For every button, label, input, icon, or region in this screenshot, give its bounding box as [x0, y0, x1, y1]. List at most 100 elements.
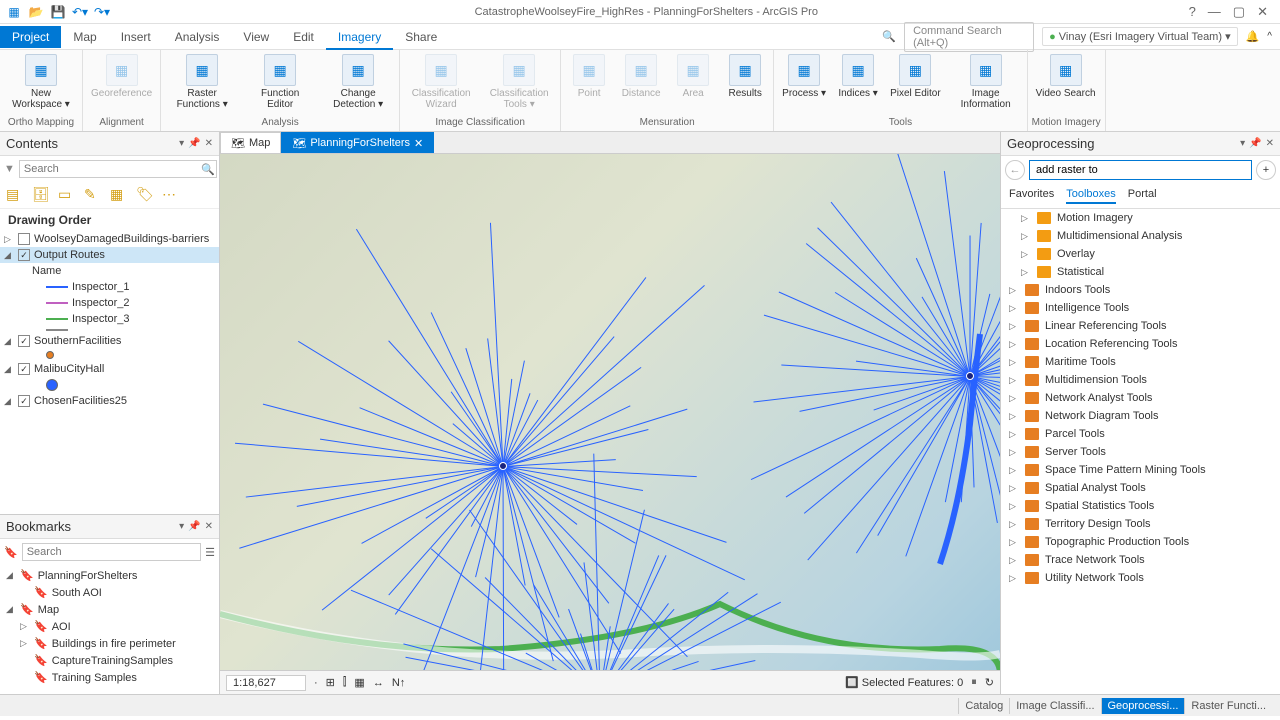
redo-icon[interactable]: ↷▾	[94, 4, 110, 20]
pane-pin-icon[interactable]: 📌	[188, 138, 200, 149]
contents-search[interactable]	[19, 160, 217, 178]
bookmark-list-icon[interactable]: ☰	[205, 546, 215, 559]
ribbon-indices-[interactable]: ▦Indices ▾	[834, 52, 882, 101]
layer-item[interactable]	[0, 377, 219, 393]
gp-tab-toolboxes[interactable]: Toolboxes	[1066, 188, 1116, 204]
layer-item[interactable]: ◢✓SouthernFacilities	[0, 333, 219, 349]
layer-item[interactable]: ▷WoolseyDamagedBuildings-barriers	[0, 231, 219, 247]
bookmark-item[interactable]: ◢🔖PlanningForShelters	[2, 567, 217, 584]
layer-item[interactable]	[0, 349, 219, 361]
ribbon-function-editor[interactable]: ▦Function Editor	[243, 52, 317, 112]
ribbon-video-search[interactable]: ▦Video Search	[1032, 52, 1100, 101]
pane-close-icon[interactable]: ✕	[205, 521, 213, 532]
bookmark-item[interactable]: 🔖Training Samples	[2, 669, 217, 686]
ribbon-process-[interactable]: ▦Process ▾	[778, 52, 830, 101]
toolbox-item[interactable]: ▷Multidimension Tools	[1001, 371, 1280, 389]
notifications-icon[interactable]: 🔔	[1246, 30, 1260, 43]
map-tool-icon[interactable]: ▦	[354, 676, 364, 689]
layer-item[interactable]: Inspector_1	[0, 279, 219, 295]
toolset-item[interactable]: ▷Overlay	[1001, 245, 1280, 263]
help-icon[interactable]: ?	[1189, 4, 1196, 20]
tab-share[interactable]: Share	[393, 26, 449, 48]
tab-imagery[interactable]: Imagery	[326, 26, 393, 50]
pane-pin-icon[interactable]: 📌	[1249, 138, 1261, 149]
search-icon[interactable]: 🔍	[201, 163, 215, 176]
open-icon[interactable]: 📂	[28, 4, 44, 20]
refresh-icon[interactable]: ↻	[985, 676, 994, 689]
toolbox-item[interactable]: ▷Network Analyst Tools	[1001, 389, 1280, 407]
map-tab[interactable]: 🗺PlanningForShelters✕	[281, 132, 434, 153]
toolbox-item[interactable]: ▷Network Diagram Tools	[1001, 407, 1280, 425]
tab-analysis[interactable]: Analysis	[163, 26, 232, 48]
toolbox-item[interactable]: ▷Server Tools	[1001, 443, 1280, 461]
list-by-editing-icon[interactable]: ✎	[84, 186, 102, 204]
minimize-icon[interactable]: —	[1208, 4, 1221, 20]
dock-tab[interactable]: Image Classifi...	[1009, 698, 1100, 714]
dock-tab[interactable]: Geoprocessi...	[1101, 698, 1185, 714]
map-tool-icon[interactable]: ⊞	[326, 676, 335, 689]
tab-edit[interactable]: Edit	[281, 26, 326, 48]
ribbon-new-workspace-[interactable]: ▦New Workspace ▾	[4, 52, 78, 112]
toolset-item[interactable]: ▷Motion Imagery	[1001, 209, 1280, 227]
layer-item[interactable]: Name	[0, 263, 219, 279]
gp-tab-favorites[interactable]: Favorites	[1009, 188, 1054, 204]
tab-view[interactable]: View	[231, 26, 281, 48]
ribbon-change-detection-[interactable]: ▦Change Detection ▾	[321, 52, 395, 112]
ribbon-results[interactable]: ▦Results	[721, 52, 769, 101]
layer-item[interactable]: ◢✓ChosenFacilities25	[0, 393, 219, 409]
toolbox-item[interactable]: ▷Location Referencing Tools	[1001, 335, 1280, 353]
bookmark-item[interactable]: ◢🔖Map	[2, 601, 217, 618]
list-by-snapping-icon[interactable]: ▦	[110, 186, 128, 204]
map-tab[interactable]: 🗺Map	[220, 132, 281, 153]
ribbon-image-information[interactable]: ▦Image Information	[949, 52, 1023, 112]
maximize-icon[interactable]: ▢	[1233, 4, 1245, 20]
tab-insert[interactable]: Insert	[109, 26, 163, 48]
bookmark-view-icon[interactable]: 🔖	[4, 546, 18, 559]
toolbox-item[interactable]: ▷Territory Design Tools	[1001, 515, 1280, 533]
more-icon[interactable]: ⋯	[162, 186, 180, 204]
pause-icon[interactable]: ⏸	[971, 676, 977, 689]
list-by-drawing-icon[interactable]: ▤	[6, 186, 24, 204]
toolbox-item[interactable]: ▷Spatial Analyst Tools	[1001, 479, 1280, 497]
map-tool-icon[interactable]: ↔	[373, 677, 384, 689]
toolbox-item[interactable]: ▷Spatial Statistics Tools	[1001, 497, 1280, 515]
filter-icon[interactable]: ▼	[4, 163, 15, 175]
tab-project[interactable]: Project	[0, 26, 61, 48]
ribbon-raster-functions-[interactable]: ▦Raster Functions ▾	[165, 52, 239, 112]
map-scale[interactable]: 1:18,627	[226, 675, 306, 691]
ribbon-pixel-editor[interactable]: ▦Pixel Editor	[886, 52, 945, 101]
gp-tab-portal[interactable]: Portal	[1128, 188, 1157, 204]
collapse-ribbon-icon[interactable]: ^	[1267, 31, 1272, 42]
map-view[interactable]	[220, 154, 1000, 670]
toolbox-item[interactable]: ▷Utility Network Tools	[1001, 569, 1280, 587]
toolbox-item[interactable]: ▷Intelligence Tools	[1001, 299, 1280, 317]
toolbox-item[interactable]: ▷Indoors Tools	[1001, 281, 1280, 299]
toolset-item[interactable]: ▷Multidimensional Analysis	[1001, 227, 1280, 245]
layer-item[interactable]: Inspector_2	[0, 295, 219, 311]
pane-menu-icon[interactable]: ▾	[1240, 138, 1245, 149]
close-icon[interactable]: ✕	[1257, 4, 1268, 20]
toolbox-item[interactable]: ▷Space Time Pattern Mining Tools	[1001, 461, 1280, 479]
list-by-source-icon[interactable]: 🗄	[32, 186, 50, 204]
pane-close-icon[interactable]: ✕	[205, 138, 213, 149]
bookmark-item[interactable]: ▷🔖AOI	[2, 618, 217, 635]
add-tool-icon[interactable]: +	[1256, 160, 1276, 180]
tab-map[interactable]: Map	[61, 26, 108, 48]
list-by-selection-icon[interactable]: ▭	[58, 186, 76, 204]
toolbox-item[interactable]: ▷Topographic Production Tools	[1001, 533, 1280, 551]
pane-close-icon[interactable]: ✕	[1266, 138, 1274, 149]
dock-tab[interactable]: Catalog	[958, 698, 1009, 714]
toolbox-item[interactable]: ▷Maritime Tools	[1001, 353, 1280, 371]
map-tool-icon[interactable]: N↑	[392, 677, 405, 689]
bookmarks-search[interactable]	[22, 543, 201, 561]
back-icon[interactable]: ←	[1005, 160, 1025, 180]
pane-menu-icon[interactable]: ▾	[179, 138, 184, 149]
command-search[interactable]: Command Search (Alt+Q)	[904, 22, 1034, 52]
undo-icon[interactable]: ↶▾	[72, 4, 88, 20]
pane-pin-icon[interactable]: 📌	[188, 521, 200, 532]
map-tool-icon[interactable]: ⫿	[343, 676, 347, 689]
toolbox-item[interactable]: ▷Parcel Tools	[1001, 425, 1280, 443]
layer-item[interactable]: ◢✓MalibuCityHall	[0, 361, 219, 377]
toolbox-item[interactable]: ▷Linear Referencing Tools	[1001, 317, 1280, 335]
layer-item[interactable]: ◢✓Output Routes	[0, 247, 219, 263]
